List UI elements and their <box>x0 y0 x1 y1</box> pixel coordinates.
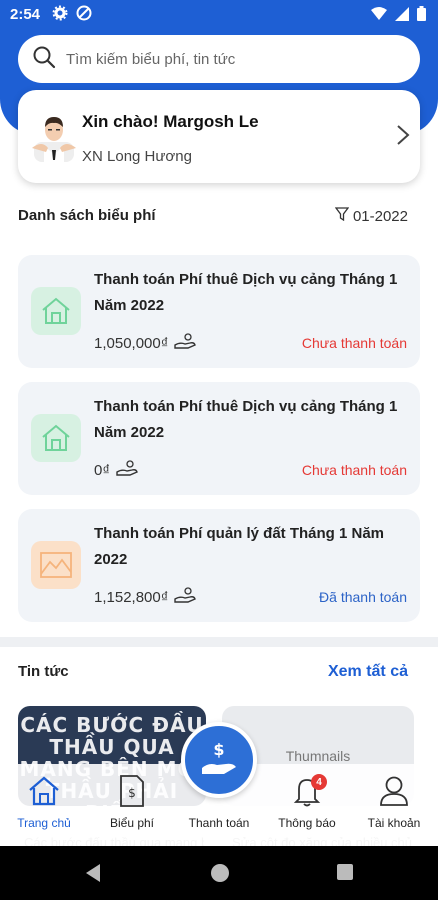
payment-hand-icon <box>116 460 138 480</box>
user-icon <box>354 774 434 808</box>
home-circle-icon[interactable] <box>210 863 230 888</box>
hand-dollar-icon: $ <box>199 738 239 783</box>
nav-home[interactable]: Trang chủ <box>4 774 84 830</box>
fee-amount-value: 1,152,800₫ <box>94 588 169 606</box>
fee-amount: 0₫ <box>94 460 138 480</box>
fee-amount: 1,152,800₫ <box>94 587 197 607</box>
search-bar[interactable] <box>18 35 420 83</box>
nav-label: Thông báo <box>278 816 336 830</box>
nav-fees[interactable]: $ Biểu phí <box>92 774 172 830</box>
status-time: 2:54 <box>10 6 41 23</box>
payment-fab-button[interactable]: $ <box>181 722 257 798</box>
search-icon <box>32 45 56 74</box>
document-dollar-icon: $ <box>92 774 172 808</box>
fee-status: Đã thanh toán <box>319 589 407 605</box>
fee-list-title: Danh sách biểu phí <box>18 207 156 224</box>
fee-card[interactable]: Thanh toán Phí thuê Dịch vụ cảng Tháng 1… <box>18 382 420 495</box>
house-icon <box>31 414 81 462</box>
profile-card[interactable]: Xin chào! Margosh Le XN Long Hương <box>18 90 420 183</box>
fee-status: Chưa thanh toán <box>301 462 407 478</box>
greeting-text: Xin chào! Margosh Le <box>82 112 259 131</box>
payment-hand-icon <box>174 333 197 353</box>
news-title: Tin tức <box>18 663 69 680</box>
search-input[interactable] <box>66 50 386 68</box>
fee-status: Chưa thanh toán <box>301 335 407 351</box>
section-divider <box>0 637 438 647</box>
home-icon <box>4 774 84 808</box>
blocked-status-icon <box>76 5 92 25</box>
nav-label: Trang chủ <box>17 816 71 830</box>
nav-label: Biểu phí <box>109 816 155 830</box>
status-bar: 2:54 <box>0 0 438 30</box>
fee-title: Thanh toán Phí thuê Dịch vụ cảng Tháng 1… <box>94 398 398 441</box>
wifi-icon <box>371 6 387 25</box>
news-header: Tin tức Xem tất cả <box>18 663 408 685</box>
see-all-link[interactable]: Xem tất cả <box>328 663 408 681</box>
fee-amount-value: 1,050,000₫ <box>94 334 169 352</box>
date-filter[interactable]: 01-2022 <box>334 207 408 225</box>
fee-amount: 1,050,000₫ <box>94 333 197 353</box>
fee-amount-value: 0₫ <box>94 461 111 479</box>
payment-hand-icon <box>174 587 197 607</box>
filter-value: 01-2022 <box>352 207 408 225</box>
svg-text:$: $ <box>128 786 136 800</box>
avatar <box>28 110 80 162</box>
bell-icon: 4 <box>267 774 347 808</box>
house-icon <box>31 287 81 335</box>
fee-card[interactable]: Thanh toán Phí thuê Dịch vụ cảng Tháng 1… <box>18 255 420 368</box>
back-icon[interactable] <box>84 863 102 888</box>
nav-account[interactable]: Tài khoản <box>354 774 434 830</box>
nav-notifications[interactable]: 4 Thông báo <box>267 774 347 830</box>
fee-card[interactable]: Thanh toán Phí quản lý đất Tháng 1 Năm 2… <box>18 509 420 622</box>
nav-label: Thanh toán <box>188 816 250 830</box>
svg-text:$: $ <box>213 740 224 759</box>
fee-list-header: Danh sách biểu phí 01-2022 <box>18 207 408 227</box>
filter-icon <box>334 207 350 225</box>
land-icon <box>31 541 81 589</box>
battery-icon <box>417 6 426 25</box>
fee-title: Thanh toán Phí quản lý đất Tháng 1 Năm 2… <box>94 525 385 568</box>
signal-icon <box>395 6 409 25</box>
fee-title: Thanh toán Phí thuê Dịch vụ cảng Tháng 1… <box>94 271 398 314</box>
nav-label: Tài khoản <box>367 816 421 830</box>
system-nav-bar <box>0 846 438 900</box>
recents-icon[interactable] <box>336 863 354 886</box>
notification-badge: 4 <box>311 774 327 790</box>
chevron-right-icon[interactable] <box>396 124 410 151</box>
settings-status-icon <box>52 5 68 25</box>
company-name: XN Long Hương <box>82 148 192 165</box>
